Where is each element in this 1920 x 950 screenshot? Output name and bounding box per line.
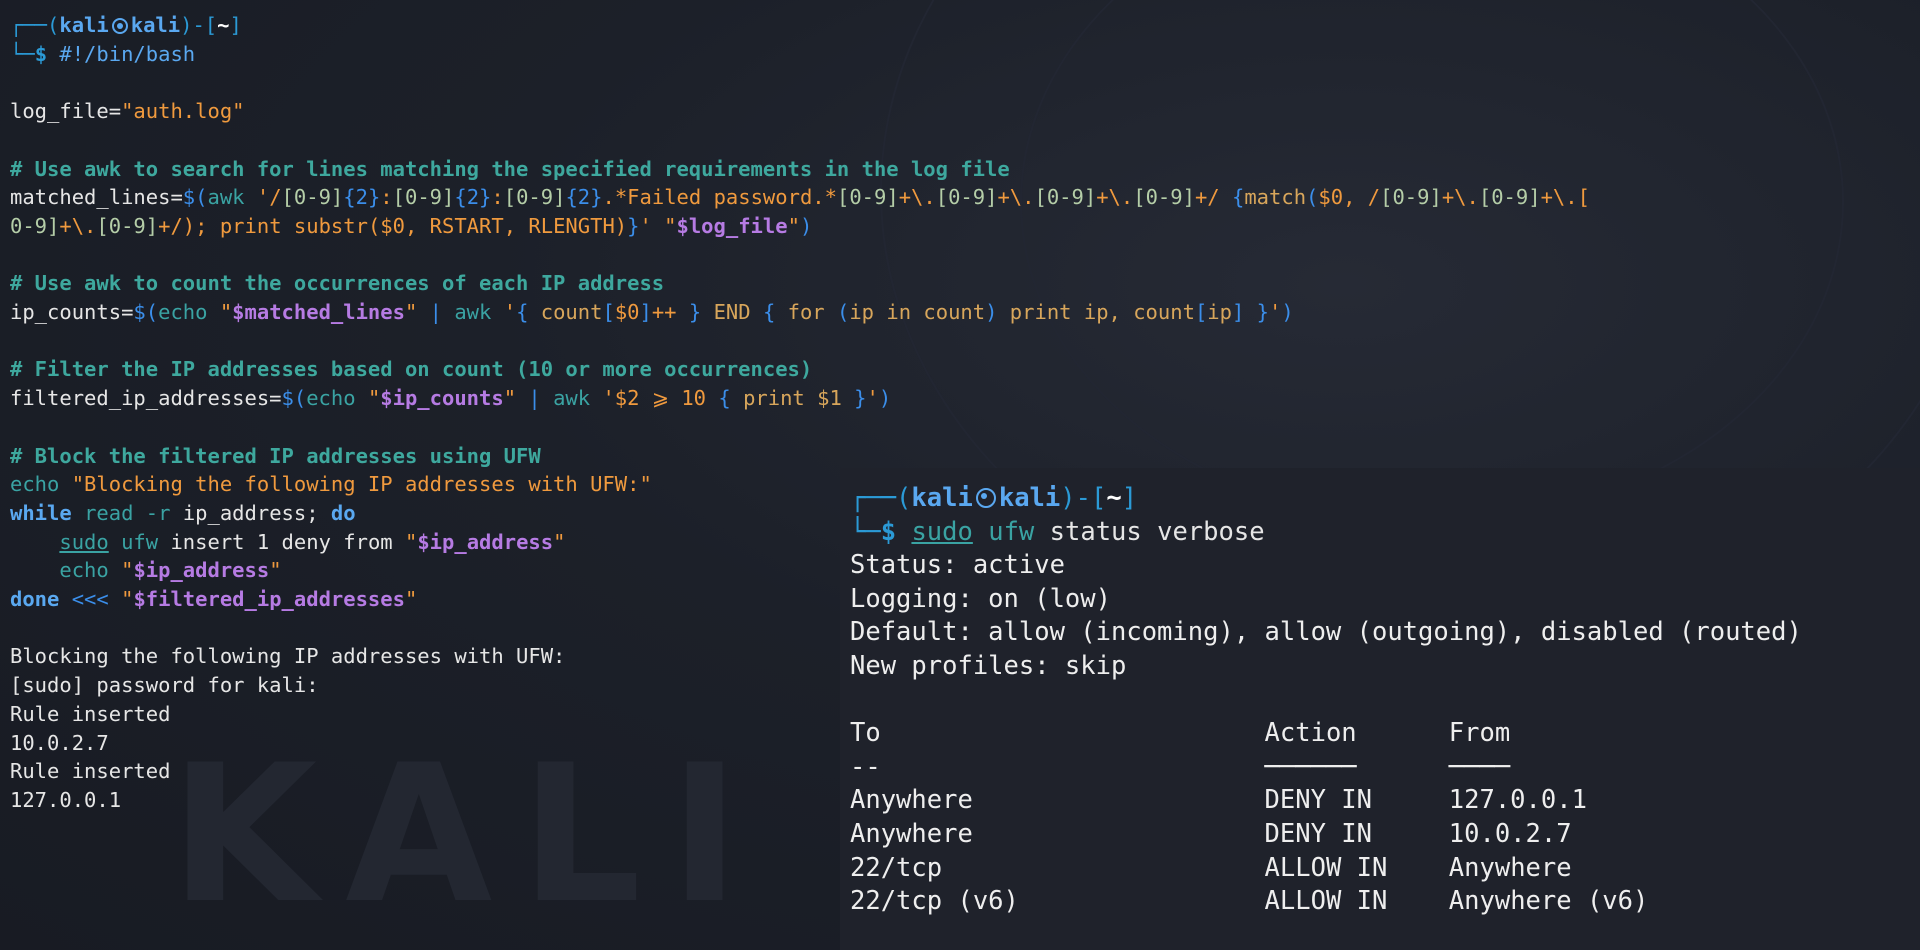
table-row: Anywhere DENY IN 10.0.2.7	[850, 818, 1572, 849]
script-line: matched_lines=$(awk '/[0-9]{2}:[0-9]{2}:…	[10, 185, 1590, 210]
command-ufw: ufw	[988, 516, 1035, 547]
script-line: log_file="auth.log"	[10, 99, 245, 124]
kali-dragon-icon	[975, 488, 996, 508]
table-row: 22/tcp (v6) ALLOW IN Anywhere (v6)	[850, 886, 1649, 917]
script-line: done <<< "$filtered_ip_addresses"	[10, 587, 418, 612]
script-comment: # Block the filtered IP addresses using …	[10, 443, 541, 468]
output-line: Rule inserted	[10, 701, 171, 726]
logging-line: Logging: on (low)	[850, 583, 1111, 614]
output-line: 127.0.0.1	[10, 787, 122, 812]
script-line: 0-9]+\.[0-9]+/); print substr($0, RSTART…	[10, 213, 813, 238]
script-line: echo "$ip_address"	[59, 558, 282, 583]
script-comment: # Use awk to count the occurrences of ea…	[10, 271, 665, 296]
table-row: Anywhere DENY IN 127.0.0.1	[850, 785, 1587, 816]
default-policy-line: Default: allow (incoming), allow (outgoi…	[850, 617, 1802, 648]
script-comment: # Use awk to search for lines matching t…	[10, 156, 1010, 181]
script-comment: # Filter the IP addresses based on count…	[10, 357, 813, 382]
separator-from: ────	[1448, 751, 1511, 782]
column-header-to: To	[850, 718, 881, 749]
kali-dragon-icon	[111, 18, 128, 34]
column-header-action: Action	[1264, 718, 1357, 749]
output-line: Blocking the following IP addresses with…	[10, 644, 566, 669]
script-line: sudo ufw insert 1 deny from "$ip_address…	[59, 529, 566, 554]
prompt-line: ┌──(kali kali)-[~]	[850, 483, 1138, 513]
output-line: Rule inserted	[10, 759, 171, 784]
script-line: filtered_ip_addresses=$(echo "$ip_counts…	[10, 386, 892, 411]
script-line: while read -r ip_address; do	[10, 500, 356, 525]
separator-to: --	[850, 751, 881, 782]
prompt-line: ┌──(kali kali)-[~]	[10, 13, 242, 37]
command-sudo: sudo	[911, 516, 973, 547]
command-args: status verbose	[1049, 516, 1265, 547]
separator-action: ──────	[1264, 751, 1357, 782]
output-line: 10.0.2.7	[10, 730, 109, 755]
table-row: 22/tcp ALLOW IN Anywhere	[850, 852, 1572, 883]
command-text: #!/bin/bash	[59, 41, 196, 66]
terminal-text: ┌──(kali kali)-[~] └─$ sudo ufw status ve…	[850, 483, 1802, 917]
terminal-window-ufw-status[interactable]: ┌──(kali kali)-[~] └─$ sudo ufw status ve…	[840, 468, 1920, 950]
script-line: echo "Blocking the following IP addresse…	[10, 472, 652, 497]
column-header-from: From	[1448, 718, 1511, 749]
output-line: [sudo] password for kali:	[10, 673, 319, 698]
script-line: ip_counts=$(echo "$matched_lines" | awk …	[10, 300, 1294, 325]
new-profiles-line: New profiles: skip	[850, 650, 1127, 681]
status-line: Status: active	[850, 550, 1065, 581]
